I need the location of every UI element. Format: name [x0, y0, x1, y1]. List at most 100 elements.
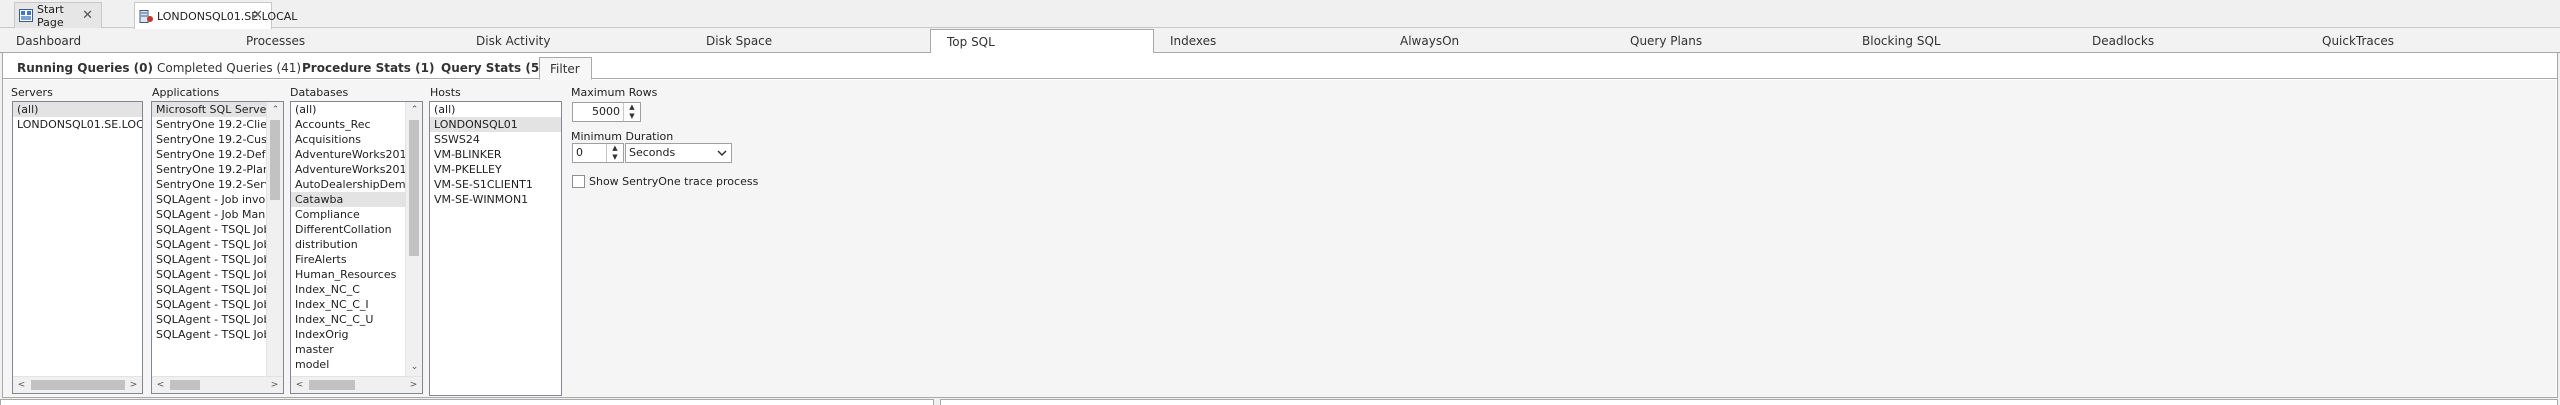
vertical-scrollbar[interactable]: ⌃	[266, 102, 283, 376]
list-item[interactable]: VM-SE-S1CLIENT1	[430, 177, 561, 192]
list-item[interactable]: distribution	[291, 237, 422, 252]
list-item[interactable]: Index_NC_C_U	[291, 312, 422, 327]
scroll-right-icon[interactable]: >	[266, 377, 283, 393]
databases-listbox[interactable]: (all) Accounts_Rec Acquisitions AdventureWo…	[290, 101, 423, 394]
list-item[interactable]: SSWS24	[430, 132, 561, 147]
scroll-left-icon[interactable]: <	[291, 377, 308, 393]
scrollbar-thumb[interactable]	[409, 120, 419, 256]
horizontal-scrollbar[interactable]: < >	[13, 376, 142, 393]
hosts-listbox[interactable]: (all) LONDONSQL01 SSWS24 VM-BLINKER VM-PKELL…	[429, 101, 562, 396]
list-item[interactable]: DifferentCollation	[291, 222, 422, 237]
list-item[interactable]: Compliance	[291, 207, 422, 222]
spin-down-icon[interactable]: ▼	[607, 153, 623, 162]
list-item[interactable]: Index_NC_C_I	[291, 297, 422, 312]
list-item[interactable]: AdventureWorks2014	[291, 147, 422, 162]
scroll-left-icon[interactable]: <	[152, 377, 169, 393]
list-item[interactable]: Accounts_Rec	[291, 117, 422, 132]
tab-alwayson[interactable]: AlwaysOn	[1384, 29, 1614, 53]
list-item[interactable]: (all)	[430, 102, 561, 117]
list-item[interactable]: SentryOne 19.2-Defra	[152, 147, 283, 162]
tab-blocking-sql[interactable]: Blocking SQL	[1846, 29, 2076, 53]
spin-up-icon[interactable]: ▲	[607, 144, 623, 153]
tab-label: QuickTraces	[2322, 34, 2395, 48]
scroll-up-icon[interactable]: ⌃	[406, 102, 422, 119]
list-item[interactable]: AdventureWorks2014	[291, 162, 422, 177]
list-item[interactable]: Index_NC_C	[291, 282, 422, 297]
list-item[interactable]: master	[291, 342, 422, 357]
duration-unit-select[interactable]: Seconds	[625, 143, 732, 163]
close-icon[interactable]: ✕	[82, 8, 93, 23]
scroll-right-icon[interactable]: >	[125, 377, 142, 393]
list-item[interactable]: (all)	[291, 102, 422, 117]
min-duration-spinner[interactable]: 0 ▲ ▼	[572, 143, 624, 163]
tab-processes[interactable]: Processes	[230, 29, 460, 53]
subtab-filter[interactable]: Filter	[539, 57, 592, 80]
subtab-completed-queries[interactable]: Completed Queries (41)	[149, 57, 309, 79]
show-trace-checkbox[interactable]	[572, 175, 585, 188]
tab-query-plans[interactable]: Query Plans	[1614, 29, 1846, 53]
list-item[interactable]: SQLAgent - TSQL JobS	[152, 297, 283, 312]
list-item[interactable]: AutoDealershipDemo	[291, 177, 422, 192]
list-item[interactable]: Microsoft SQL Server	[152, 102, 283, 117]
list-item[interactable]: Acquisitions	[291, 132, 422, 147]
list-item[interactable]: LONDONSQL01.SE.LOCAL	[13, 117, 142, 132]
horizontal-scrollbar[interactable]: < >	[291, 376, 422, 393]
list-item[interactable]: SentryOne 19.2-Custo	[152, 132, 283, 147]
tab-indexes[interactable]: Indexes	[1154, 29, 1384, 53]
list-item[interactable]: Catawba	[291, 192, 422, 207]
list-item[interactable]: SQLAgent - TSQL JobS	[152, 222, 283, 237]
list-item[interactable]: model	[291, 357, 422, 372]
list-item[interactable]: VM-PKELLEY	[430, 162, 561, 177]
list-item[interactable]: (all)	[13, 102, 142, 117]
list-item[interactable]: SQLAgent - TSQL JobS	[152, 327, 283, 342]
list-item[interactable]: SQLAgent - TSQL JobS	[152, 237, 283, 252]
list-item[interactable]: SentryOne 19.2-Clien	[152, 117, 283, 132]
doc-tab-start-page[interactable]: Start Page ✕	[14, 2, 102, 29]
list-item[interactable]: SQLAgent - TSQL JobS	[152, 252, 283, 267]
subtab-procedure-stats[interactable]: Procedure Stats (1)	[294, 57, 442, 79]
tab-dashboard[interactable]: Dashboard	[0, 29, 230, 53]
subtab-query-stats[interactable]: Query Stats (5)	[433, 57, 553, 79]
list-item[interactable]: IndexOrig	[291, 327, 422, 342]
list-item[interactable]: SentryOne 19.2-Serve	[152, 177, 283, 192]
close-icon[interactable]: ✕	[252, 8, 263, 23]
list-item[interactable]: SQLAgent - Job Manag	[152, 207, 283, 222]
spinner-buttons[interactable]: ▲ ▼	[606, 144, 623, 162]
tab-top-sql[interactable]: Top SQL	[930, 29, 1154, 54]
scrollbar-thumb[interactable]	[31, 380, 125, 390]
list-item[interactable]: SQLAgent - Job invoca	[152, 192, 283, 207]
scroll-up-icon[interactable]: ⌃	[267, 102, 283, 119]
tab-disk-space[interactable]: Disk Space	[690, 29, 930, 53]
list-item[interactable]: VM-SE-WINMON1	[430, 192, 561, 207]
list-item[interactable]: SQLAgent - TSQL JobS	[152, 312, 283, 327]
scrollbar-thumb[interactable]	[270, 120, 280, 200]
tab-deadlocks[interactable]: Deadlocks	[2076, 29, 2306, 53]
max-rows-spinner[interactable]: 5000 ▲ ▼	[572, 102, 641, 122]
list-item[interactable]: SQLAgent - TSQL JobS	[152, 282, 283, 297]
applications-listbox[interactable]: Microsoft SQL Server SentryOne 19.2-Clien…	[151, 101, 284, 394]
list-item[interactable]: Human_Resources	[291, 267, 422, 282]
list-item[interactable]: LONDONSQL01	[430, 117, 561, 132]
spinner-buttons[interactable]: ▲ ▼	[623, 103, 640, 121]
vertical-scrollbar[interactable]: ⌃ ⌄	[405, 102, 422, 376]
tab-quicktraces[interactable]: QuickTraces	[2306, 29, 2556, 53]
show-trace-label[interactable]: Show SentryOne trace process	[589, 175, 758, 188]
list-item[interactable]: VM-BLINKER	[430, 147, 561, 162]
list-item[interactable]: FireAlerts	[291, 252, 422, 267]
horizontal-scrollbar[interactable]: < >	[152, 376, 283, 393]
spin-up-icon[interactable]: ▲	[624, 103, 640, 112]
scroll-down-icon[interactable]: ⌄	[406, 359, 422, 376]
scrollbar-thumb[interactable]	[170, 380, 200, 390]
scroll-left-icon[interactable]: <	[13, 377, 30, 393]
scrollbar-thumb[interactable]	[309, 380, 355, 390]
spin-down-icon[interactable]: ▼	[624, 112, 640, 121]
list-item[interactable]: SentryOne 19.2-Plan I	[152, 162, 283, 177]
list-item[interactable]: SQLAgent - TSQL JobS	[152, 267, 283, 282]
subtab-running-queries[interactable]: Running Queries (0)	[9, 57, 161, 79]
scroll-right-icon[interactable]: >	[405, 377, 422, 393]
tab-label: Disk Space	[706, 34, 773, 48]
min-duration-label: Minimum Duration	[571, 130, 674, 143]
servers-listbox[interactable]: (all)LONDONSQL01.SE.LOCAL < >	[12, 101, 143, 394]
doc-tab-server[interactable]: LONDONSQL01.SE.LOCAL ✕	[134, 2, 297, 29]
tab-disk-activity[interactable]: Disk Activity	[460, 29, 690, 53]
